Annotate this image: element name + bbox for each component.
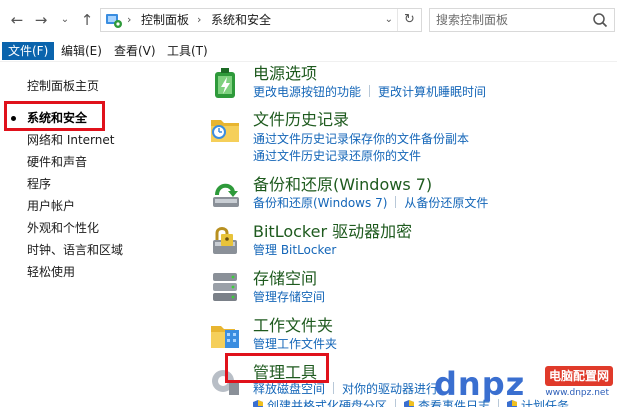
section-links: 备份和还原(Windows 7) 从备份还原文件	[253, 195, 488, 212]
link-backup-restore-win7[interactable]: 备份和还原(Windows 7)	[253, 196, 387, 210]
power-options-icon	[215, 68, 235, 98]
menu-file[interactable]: 文件(F)	[2, 42, 55, 60]
link-change-sleep-time[interactable]: 更改计算机睡眠时间	[378, 85, 486, 99]
nav-clock-language-region[interactable]: 时钟、语言和区域	[27, 240, 123, 260]
link-manage-storage-spaces[interactable]: 管理存储空间	[253, 289, 325, 306]
breadcrumb-separator: ›	[127, 13, 132, 26]
section-bitlocker: BitLocker 驱动器加密 管理 BitLocker	[207, 220, 607, 268]
section-storage-spaces: 存储空间 管理存储空间	[207, 267, 607, 315]
link-change-power-button[interactable]: 更改电源按钮的功能	[253, 85, 361, 99]
nav-programs[interactable]: 程序	[27, 174, 51, 194]
breadcrumb-control-panel[interactable]: 控制面板	[141, 9, 189, 31]
nav-appearance[interactable]: 外观和个性化	[27, 218, 99, 238]
link-divider	[395, 196, 397, 208]
uac-shield-icon	[253, 400, 263, 407]
nav-hardware-sound[interactable]: 硬件和声音	[27, 152, 87, 172]
control-panel-icon	[106, 14, 122, 28]
section-title[interactable]: 文件历史记录	[253, 109, 349, 131]
watermark-url: www.dnpz.net	[545, 388, 609, 398]
storage-spaces-icon	[213, 273, 237, 301]
link-save-backup[interactable]: 通过文件历史记录保存你的文件备份副本	[253, 131, 469, 148]
search-box[interactable]	[429, 8, 615, 32]
section-links: 释放磁盘空间 对你的驱动器进行	[253, 381, 438, 398]
link-defragment-drives[interactable]: 对你的驱动器进行	[342, 382, 438, 396]
section-title[interactable]: 备份和还原(Windows 7)	[253, 174, 432, 196]
link-free-disk-space[interactable]: 释放磁盘空间	[253, 382, 325, 396]
recent-dropdown-icon[interactable]: ⌄	[56, 10, 74, 30]
backup-restore-icon	[213, 183, 239, 207]
link-divider	[333, 382, 335, 394]
link-restore-from-backup[interactable]: 从备份还原文件	[404, 196, 488, 210]
section-title[interactable]: 工作文件夹	[253, 315, 333, 337]
watermark-big-text: dnpz	[434, 365, 526, 403]
menu-bar: 文件(F) 编辑(E) 查看(V) 工具(T)	[0, 40, 617, 62]
refresh-icon[interactable]: ↻	[397, 9, 421, 31]
file-history-icon	[211, 120, 239, 142]
section-links: 更改电源按钮的功能 更改计算机睡眠时间	[253, 84, 486, 101]
section-power-options: 电源选项 更改电源按钮的功能 更改计算机睡眠时间	[207, 62, 607, 110]
nav-control-panel-home[interactable]: 控制面板主页	[27, 76, 99, 96]
menu-tools[interactable]: 工具(T)	[161, 42, 214, 60]
nav-ease-of-access[interactable]: 轻松使用	[27, 262, 75, 282]
breadcrumb-system-security[interactable]: 系统和安全	[211, 9, 271, 31]
menu-edit[interactable]: 编辑(E)	[55, 42, 108, 60]
section-title[interactable]: BitLocker 驱动器加密	[253, 221, 412, 243]
section-title[interactable]: 存储空间	[253, 268, 317, 290]
link-divider	[395, 399, 397, 407]
section-backup-restore: 备份和还原(Windows 7) 备份和还原(Windows 7) 从备份还原文件	[207, 173, 607, 221]
back-arrow-icon[interactable]: ←	[8, 10, 26, 30]
address-field[interactable]: › 控制面板 › 系统和安全 ⌄ ↻	[100, 8, 422, 32]
link-manage-bitlocker[interactable]: 管理 BitLocker	[253, 242, 336, 259]
link-divider	[369, 85, 371, 97]
address-dropdown-icon[interactable]: ⌄	[385, 9, 393, 31]
forward-arrow-icon[interactable]: →	[32, 10, 50, 30]
nav-user-accounts[interactable]: 用户帐户	[27, 196, 75, 216]
section-title[interactable]: 电源选项	[253, 63, 317, 85]
search-icon[interactable]	[592, 12, 608, 28]
uac-shield-icon	[404, 400, 415, 407]
up-arrow-icon[interactable]: ↑	[78, 10, 96, 30]
address-bar: ← → ⌄ ↑ › 控制面板 › 系统和安全 ⌄ ↻	[0, 0, 617, 40]
breadcrumb-separator: ›	[197, 13, 202, 26]
link-create-format-partitions[interactable]: 创建并格式化硬盘分区	[267, 399, 387, 407]
highlight-box-admin-tools	[225, 353, 329, 383]
work-folders-icon	[211, 326, 239, 348]
link-manage-work-folders[interactable]: 管理工作文件夹	[253, 336, 337, 353]
nav-network-internet[interactable]: 网络和 Internet	[27, 130, 114, 150]
watermark-logo: dnpz 电脑配置网 www.dnpz.net	[434, 364, 617, 407]
menu-view[interactable]: 查看(V)	[108, 42, 162, 60]
watermark-tag: 电脑配置网	[544, 366, 613, 386]
link-restore-files[interactable]: 通过文件历史记录还原你的文件	[253, 148, 421, 165]
bitlocker-icon	[213, 227, 237, 254]
section-file-history: 文件历史记录 通过文件历史记录保存你的文件备份副本 通过文件历史记录还原你的文件	[207, 108, 607, 163]
search-input[interactable]	[436, 11, 586, 29]
highlight-box-system-security	[4, 101, 105, 131]
